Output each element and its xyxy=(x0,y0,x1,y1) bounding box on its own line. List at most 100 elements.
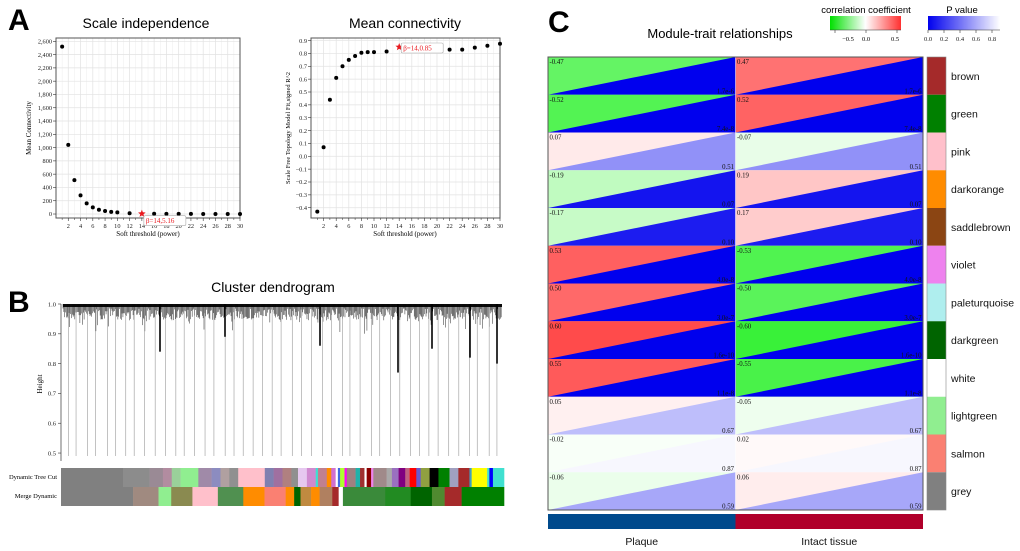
color-row-label-dynamic-tree-cut: Dynamic Tree Cut xyxy=(9,474,57,481)
heatmap-pvalue-label: 3.0e-7 xyxy=(717,315,735,322)
figure-canvas: Scale independence 0 200 400 600 800 1,000 1,2… xyxy=(9,5,1014,548)
dynamic-tree-cut-segment xyxy=(492,468,505,487)
heatmap-correlation-label: -0.50 xyxy=(737,286,752,293)
module-color-swatch xyxy=(927,132,946,171)
cluster-dendrogram-plot: Cluster dendrogram 0.5 0.6 0.7 0.8 0.9 1.0 He… xyxy=(9,279,505,506)
mc-xtick-label: 26 xyxy=(472,223,478,230)
mc-point xyxy=(472,45,477,50)
si-ytick-label: 200 xyxy=(43,198,52,205)
si-point xyxy=(84,201,89,206)
heatmap-pvalue-label: 0.10 xyxy=(910,239,922,246)
si-point xyxy=(78,193,83,198)
mc-point xyxy=(447,47,452,52)
si-ytick-label: 2,200 xyxy=(38,65,52,72)
heatmap-pvalue-label: 1.1e-8 xyxy=(717,390,735,397)
heatmap-pvalue-label: 1.6e-10 xyxy=(713,353,734,360)
dynamic-tree-cut-segment xyxy=(326,468,332,487)
module-label: saddlebrown xyxy=(951,222,1011,234)
scale-independence-plot: Scale independence 0 200 400 600 800 1,000 1,2… xyxy=(25,15,243,238)
dynamic-tree-cut-segment xyxy=(306,468,317,487)
si-ytick-label: 0 xyxy=(49,211,52,218)
si-point xyxy=(188,211,193,216)
dynamic-tree-cut-segment xyxy=(469,468,472,487)
mc-ytick-label: 0.6 xyxy=(299,76,307,83)
module-color-strip xyxy=(926,56,947,511)
merge-dynamic-segment xyxy=(158,487,172,506)
merge-dynamic-color-row xyxy=(61,487,505,506)
module-label: pink xyxy=(951,146,971,158)
merge-dynamic-segment xyxy=(285,487,295,506)
mc-ytick-label: 0.1 xyxy=(299,141,307,148)
dendrogram-ytick-label: 0.5 xyxy=(48,450,56,457)
module-label: green xyxy=(951,109,978,121)
mc-ytick-label: −0.1 xyxy=(296,166,307,173)
heatmap-correlation-label: -0.55 xyxy=(737,361,752,368)
dynamic-tree-cut-segment xyxy=(366,468,372,487)
si-point xyxy=(66,142,71,147)
dynamic-tree-cut-segment xyxy=(364,468,367,487)
pvalue-legend-title: P value xyxy=(946,5,978,16)
dynamic-tree-cut-segment xyxy=(335,468,339,487)
heatmap-pvalue-label: 0.10 xyxy=(722,239,734,246)
dynamic-tree-cut-segment xyxy=(398,468,406,487)
module-label: lightgreen xyxy=(951,411,997,423)
dynamic-tree-cut-segment xyxy=(149,468,164,487)
trait-color-bar xyxy=(548,514,736,529)
pvalue-legend-gradient xyxy=(928,16,1000,30)
module-color-swatch xyxy=(927,94,946,133)
dynamic-tree-cut-segment xyxy=(371,468,374,487)
si-xtick-label: 30 xyxy=(237,223,243,230)
mc-point xyxy=(346,57,351,62)
mc-point xyxy=(327,97,332,102)
module-color-swatch xyxy=(927,170,946,208)
dynamic-tree-cut-segment xyxy=(386,468,393,487)
si-xtick-label: 24 xyxy=(200,223,207,230)
heatmap-correlation-label: 0.06 xyxy=(737,474,749,481)
dynamic-tree-cut-segment xyxy=(298,468,308,487)
mc-xtick-label: 16 xyxy=(409,223,415,230)
mean-connectivity-points: β=14,0.85 xyxy=(315,41,502,214)
si-ytick-label: 600 xyxy=(43,171,52,178)
dynamic-tree-cut-segment xyxy=(61,468,124,487)
dynamic-tree-cut-segment xyxy=(405,468,410,487)
mean-connectivity-title: Mean connectivity xyxy=(349,15,461,31)
scale-independence-title: Scale independence xyxy=(83,15,210,31)
module-label: darkorange xyxy=(951,184,1004,196)
si-point xyxy=(164,211,169,216)
dynamic-tree-cut-segment xyxy=(420,468,430,487)
si-ytick-label: 2,400 xyxy=(38,52,52,59)
si-xtick-label: 10 xyxy=(114,223,120,230)
module-label: grey xyxy=(951,486,972,498)
heatmap-correlation-label: 0.55 xyxy=(550,361,562,368)
mc-point xyxy=(340,64,345,69)
mc-point xyxy=(460,47,465,52)
module-color-swatch xyxy=(927,396,946,435)
heatmap-pvalue-label: 4.0e-8 xyxy=(904,277,922,284)
si-point xyxy=(103,209,108,214)
si-point xyxy=(90,205,95,210)
mc-ytick-label: −0.2 xyxy=(296,179,307,186)
merge-dynamic-segment xyxy=(294,487,301,506)
heatmap-correlation-label: 0.07 xyxy=(550,135,562,142)
mc-ytick-label: 0.4 xyxy=(299,102,308,109)
merge-dynamic-segment xyxy=(171,487,193,506)
dynamic-tree-cut-segment xyxy=(264,468,274,487)
dynamic-tree-cut-segment xyxy=(123,468,150,487)
trait-color-bars xyxy=(548,514,923,529)
mc-xtick-label: 28 xyxy=(484,223,490,230)
heatmap-correlation-label: -0.19 xyxy=(550,172,565,179)
merge-dynamic-segment xyxy=(338,487,344,506)
mc-point xyxy=(485,43,490,48)
dendrogram-tree xyxy=(62,304,502,457)
dynamic-tree-cut-segment xyxy=(238,468,266,487)
heatmap-pvalue-label: 1.1e-8 xyxy=(904,390,922,397)
heatmap-pvalue-label: 3.0e-7 xyxy=(904,315,922,322)
heatmap-pvalue-label: 1.6e-10 xyxy=(901,353,922,360)
heatmap-correlation-label: 0.47 xyxy=(737,59,749,66)
si-point xyxy=(60,44,65,49)
heatmap-pvalue-label: 0.87 xyxy=(722,466,734,473)
si-point xyxy=(238,211,242,216)
dynamic-tree-cut-segment xyxy=(340,468,345,487)
dynamic-tree-cut-segment xyxy=(220,468,230,487)
mc-xtick-label: 2 xyxy=(322,223,325,230)
